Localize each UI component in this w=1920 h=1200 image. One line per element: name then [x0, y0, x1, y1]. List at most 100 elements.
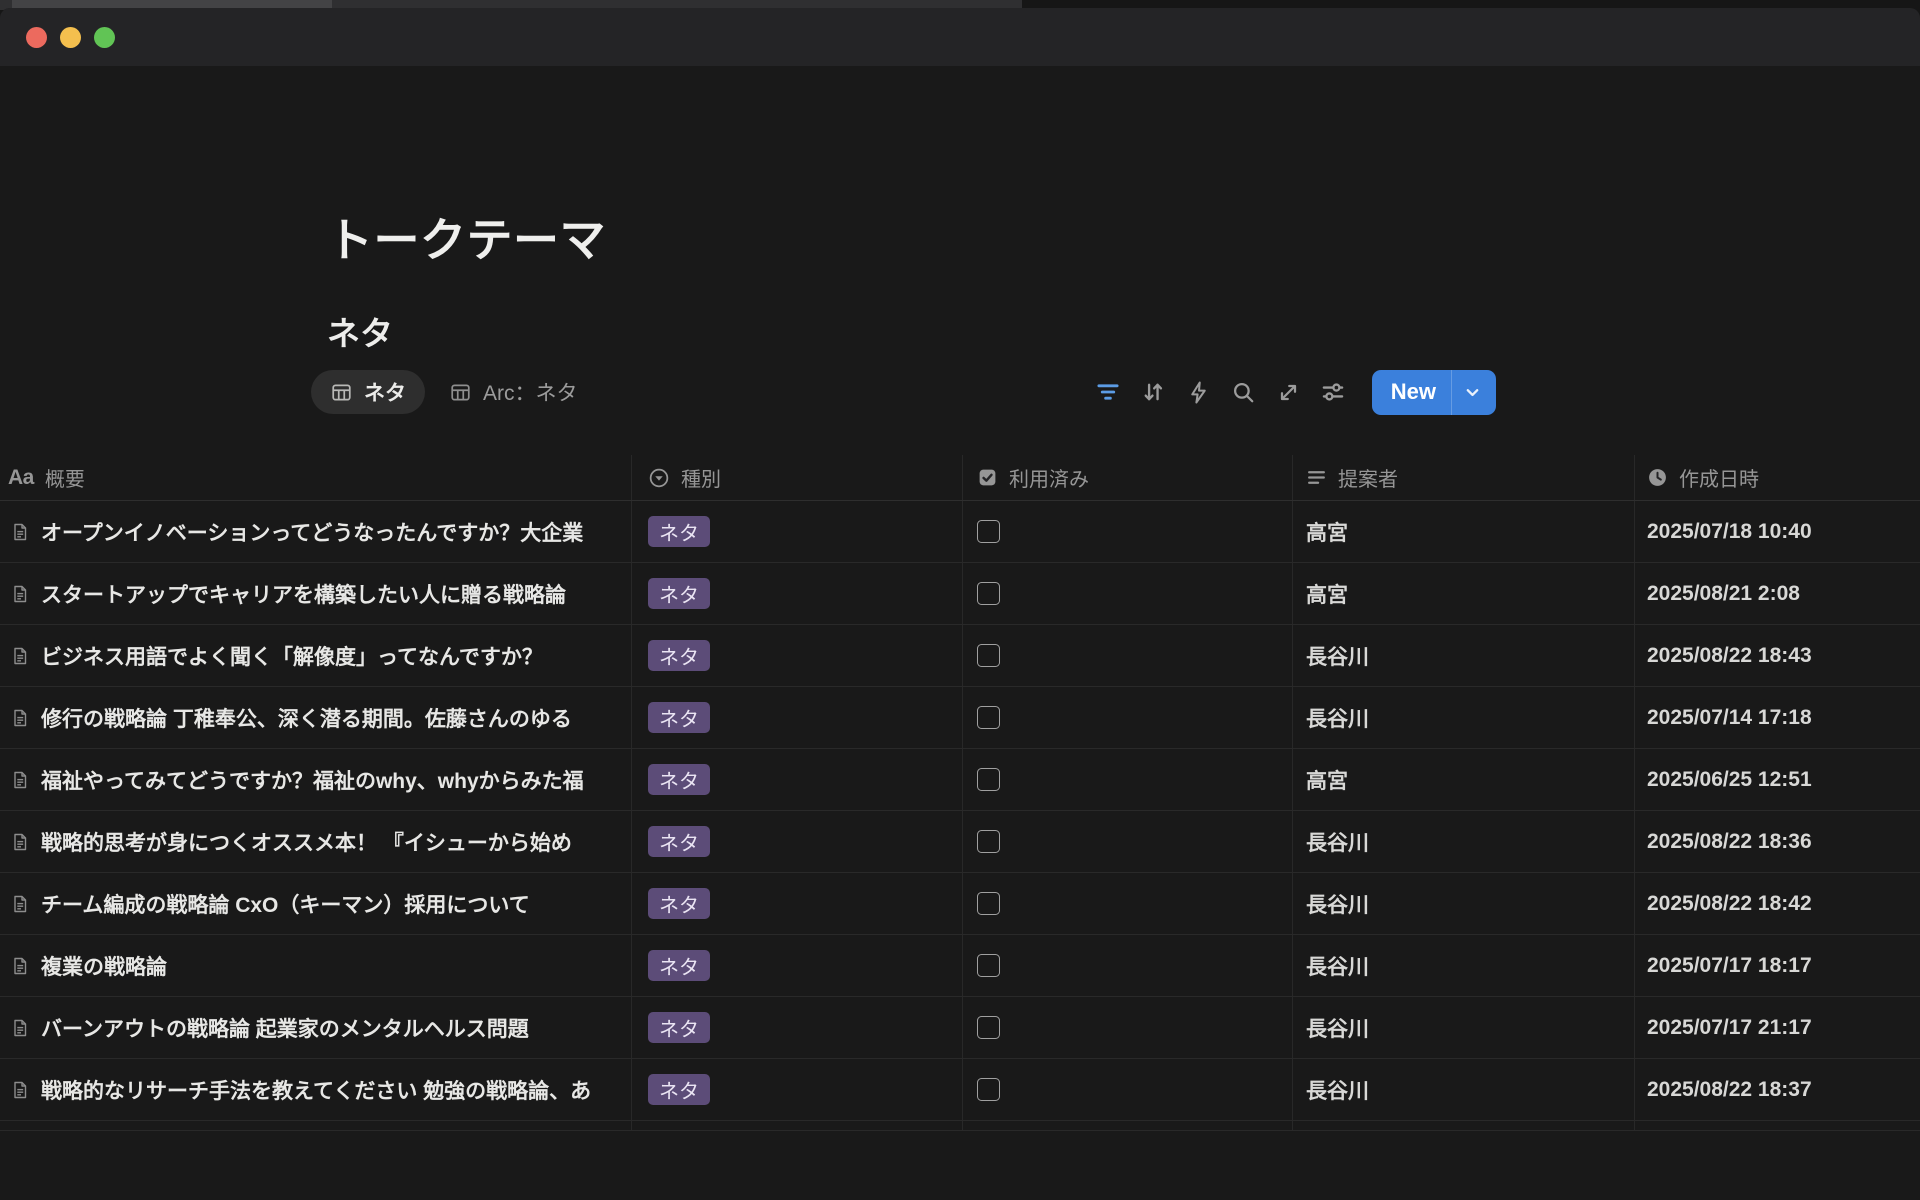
column-header-created-time[interactable]: 作成日時	[1635, 455, 1920, 500]
column-label: 種別	[681, 463, 721, 492]
close-window-button[interactable]	[26, 27, 47, 48]
created-time-text: 2025/08/22 18:42	[1647, 892, 1812, 916]
table-footer-stub	[0, 1121, 1920, 1131]
view-tab-label: Arc：ネタ	[483, 377, 578, 407]
used-checkbox[interactable]	[977, 768, 1000, 791]
cell-created-time[interactable]: 2025/08/22 18:43	[1635, 625, 1920, 686]
cell-used[interactable]	[963, 501, 1293, 562]
row-title: 複業の戦略論	[41, 951, 167, 981]
used-checkbox[interactable]	[977, 892, 1000, 915]
cell-type[interactable]: ネタ	[632, 501, 963, 562]
cell-used[interactable]	[963, 625, 1293, 686]
cell-used[interactable]	[963, 687, 1293, 748]
table-row: 複業の戦略論 ネタ 長谷川 2025/07/17 18:17	[0, 935, 1920, 997]
chevron-down-icon[interactable]	[1452, 382, 1496, 403]
cell-type[interactable]: ネタ	[632, 625, 963, 686]
column-header-type[interactable]: 種別	[632, 455, 963, 500]
cell-overview[interactable]: バーンアウトの戦略論 起業家のメンタルヘルス問題	[0, 997, 632, 1058]
cell-used[interactable]	[963, 749, 1293, 810]
new-button-label: New	[1372, 379, 1451, 405]
cell-used[interactable]	[963, 997, 1293, 1058]
cell-type[interactable]: ネタ	[632, 811, 963, 872]
used-checkbox[interactable]	[977, 520, 1000, 543]
database-toolbar: New	[1090, 370, 1496, 415]
cell-proposer[interactable]: 高宮	[1293, 501, 1635, 562]
column-header-overview[interactable]: Aa 概要	[0, 455, 632, 500]
minimize-window-button[interactable]	[60, 27, 81, 48]
column-header-proposer[interactable]: 提案者	[1293, 455, 1635, 500]
cell-type[interactable]: ネタ	[632, 935, 963, 996]
created-time-text: 2025/07/17 18:17	[1647, 954, 1812, 978]
row-title: スタートアップでキャリアを構築したい人に贈る戦略論	[41, 579, 566, 609]
used-checkbox[interactable]	[977, 582, 1000, 605]
filter-icon[interactable]	[1090, 374, 1127, 411]
cell-overview[interactable]: オープンイノベーションってどうなったんですか？大企業	[0, 501, 632, 562]
page-title: トークテーマ	[327, 204, 606, 270]
cell-created-time[interactable]: 2025/07/18 10:40	[1635, 501, 1920, 562]
used-checkbox[interactable]	[977, 830, 1000, 853]
search-icon[interactable]	[1225, 374, 1262, 411]
view-tab-arc-neta[interactable]: Arc：ネタ	[449, 370, 578, 414]
zoom-window-button[interactable]	[94, 27, 115, 48]
cell-type[interactable]: ネタ	[632, 687, 963, 748]
used-checkbox[interactable]	[977, 706, 1000, 729]
cell-overview[interactable]: スタートアップでキャリアを構築したい人に贈る戦略論	[0, 563, 632, 624]
row-title: オープンイノベーションってどうなったんですか？大企業	[41, 517, 583, 547]
cell-created-time[interactable]: 2025/08/22 18:42	[1635, 873, 1920, 934]
view-tab-neta[interactable]: ネタ	[311, 370, 425, 414]
cell-type[interactable]: ネタ	[632, 873, 963, 934]
cell-used[interactable]	[963, 563, 1293, 624]
expand-icon[interactable]	[1270, 374, 1307, 411]
cell-proposer[interactable]: 長谷川	[1293, 687, 1635, 748]
proposer-text: 高宮	[1306, 579, 1348, 609]
automation-icon[interactable]	[1180, 374, 1217, 411]
select-property-icon	[648, 467, 670, 489]
stub-cell	[1635, 1121, 1920, 1130]
proposer-text: 高宮	[1306, 517, 1348, 547]
cell-overview[interactable]: 戦略的思考が身につくオススメ本！ 『イシューから始め	[0, 811, 632, 872]
cell-proposer[interactable]: 長谷川	[1293, 1059, 1635, 1120]
cell-created-time[interactable]: 2025/08/21 2:08	[1635, 563, 1920, 624]
cell-type[interactable]: ネタ	[632, 997, 963, 1058]
cell-type[interactable]: ネタ	[632, 1059, 963, 1120]
cell-used[interactable]	[963, 935, 1293, 996]
cell-created-time[interactable]: 2025/07/14 17:18	[1635, 687, 1920, 748]
cell-overview[interactable]: 修行の戦略論 丁稚奉公、深く潜る期間。佐藤さんのゆる	[0, 687, 632, 748]
cell-used[interactable]	[963, 811, 1293, 872]
cell-created-time[interactable]: 2025/08/22 18:37	[1635, 1059, 1920, 1120]
cell-proposer[interactable]: 長谷川	[1293, 811, 1635, 872]
table-row: 戦略的思考が身につくオススメ本！ 『イシューから始め ネタ 長谷川 2025/0…	[0, 811, 1920, 873]
cell-overview[interactable]: 戦略的なリサーチ手法を教えてください 勉強の戦略論、あ	[0, 1059, 632, 1120]
cell-used[interactable]	[963, 873, 1293, 934]
table-header: Aa 概要 種別	[0, 455, 1920, 501]
cell-proposer[interactable]: 長谷川	[1293, 997, 1635, 1058]
cell-created-time[interactable]: 2025/07/17 18:17	[1635, 935, 1920, 996]
cell-proposer[interactable]: 高宮	[1293, 749, 1635, 810]
new-button[interactable]: New	[1372, 370, 1496, 415]
cell-overview[interactable]: チーム編成の戦略論 CxO（キーマン）採用について	[0, 873, 632, 934]
sort-icon[interactable]	[1135, 374, 1172, 411]
created-time-text: 2025/07/17 21:17	[1647, 1016, 1812, 1040]
table-row: スタートアップでキャリアを構築したい人に贈る戦略論 ネタ 高宮 2025/08/…	[0, 563, 1920, 625]
cell-proposer[interactable]: 長谷川	[1293, 625, 1635, 686]
used-checkbox[interactable]	[977, 1016, 1000, 1039]
used-checkbox[interactable]	[977, 644, 1000, 667]
row-title: バーンアウトの戦略論 起業家のメンタルヘルス問題	[41, 1013, 529, 1043]
cell-overview[interactable]: 複業の戦略論	[0, 935, 632, 996]
cell-type[interactable]: ネタ	[632, 749, 963, 810]
column-label: 作成日時	[1679, 463, 1759, 492]
used-checkbox[interactable]	[977, 1078, 1000, 1101]
cell-created-time[interactable]: 2025/06/25 12:51	[1635, 749, 1920, 810]
cell-created-time[interactable]: 2025/08/22 18:36	[1635, 811, 1920, 872]
cell-type[interactable]: ネタ	[632, 563, 963, 624]
cell-overview[interactable]: ビジネス用語でよく聞く「解像度」ってなんですか？	[0, 625, 632, 686]
cell-proposer[interactable]: 高宮	[1293, 563, 1635, 624]
view-settings-icon[interactable]	[1315, 374, 1352, 411]
cell-created-time[interactable]: 2025/07/17 21:17	[1635, 997, 1920, 1058]
cell-proposer[interactable]: 長谷川	[1293, 935, 1635, 996]
column-header-used[interactable]: 利用済み	[963, 455, 1293, 500]
cell-proposer[interactable]: 長谷川	[1293, 873, 1635, 934]
used-checkbox[interactable]	[977, 954, 1000, 977]
cell-overview[interactable]: 福祉やってみてどうですか？福祉のwhy、whyからみた福	[0, 749, 632, 810]
cell-used[interactable]	[963, 1059, 1293, 1120]
